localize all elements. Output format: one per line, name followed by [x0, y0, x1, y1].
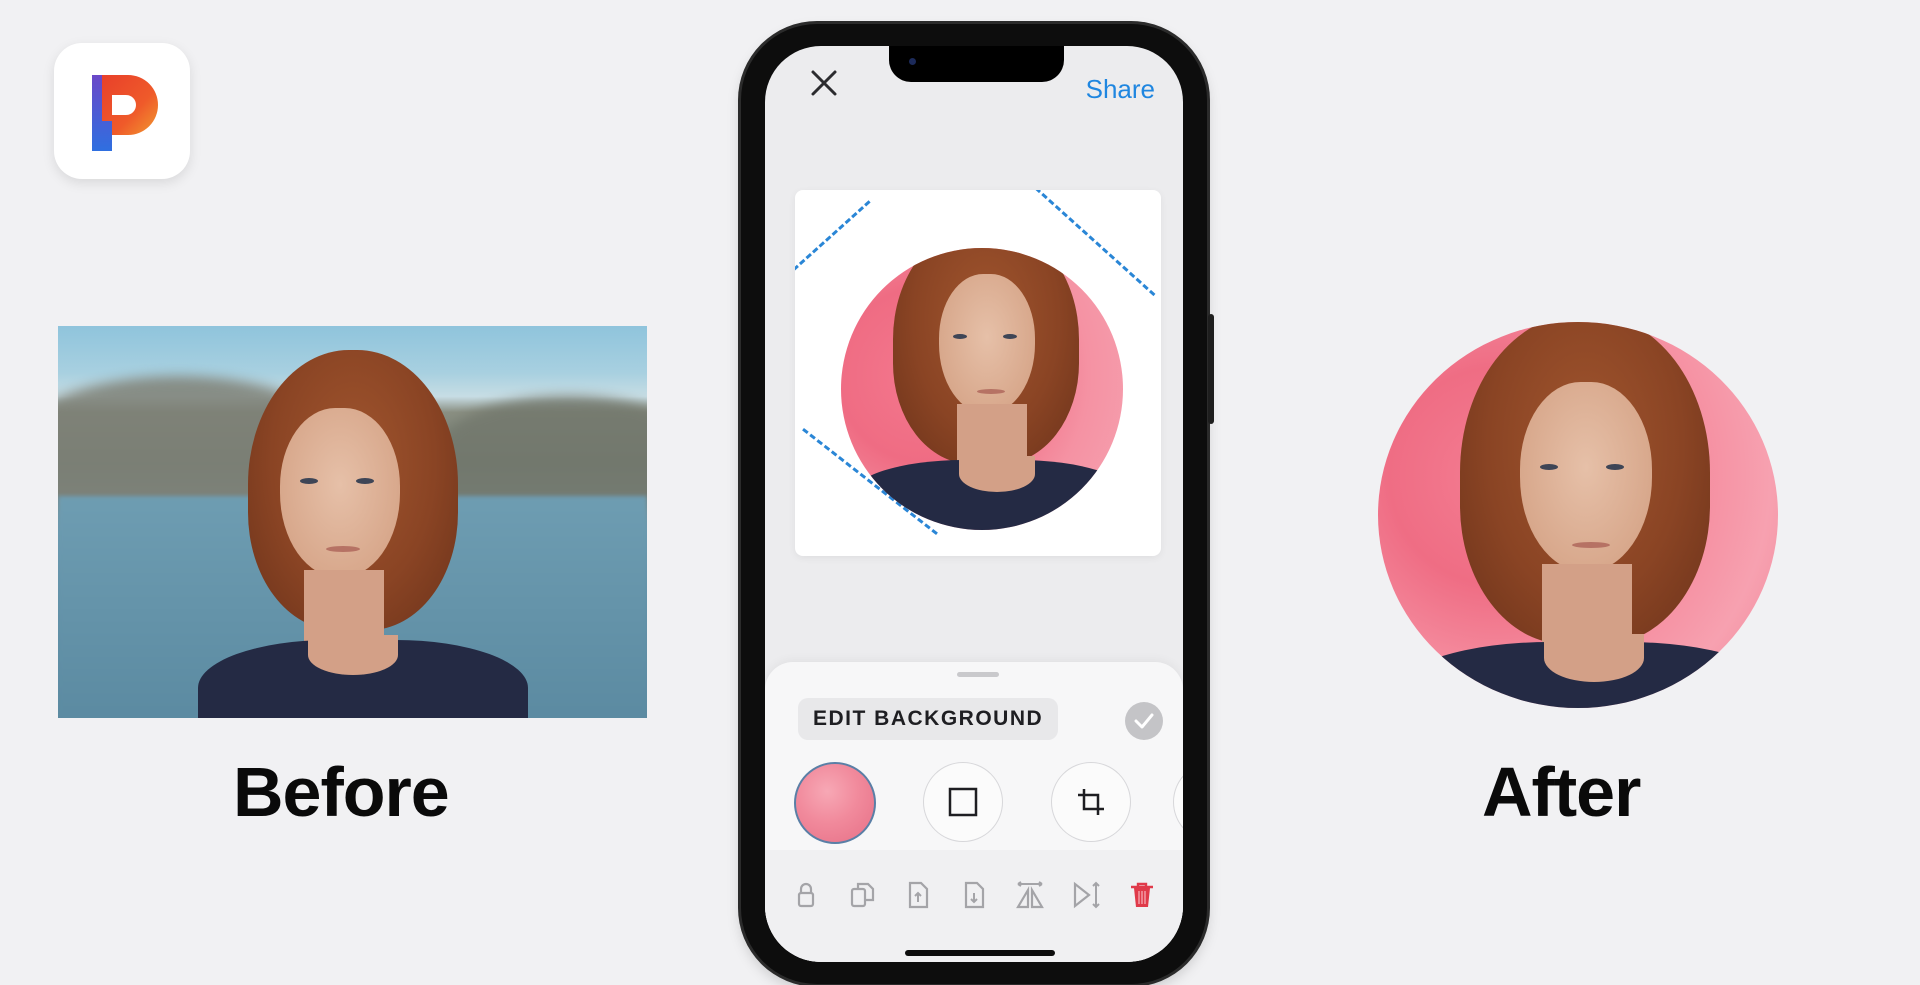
lock-icon	[797, 882, 815, 908]
close-icon	[811, 70, 837, 96]
duplicate-button[interactable]	[847, 880, 877, 910]
phone-notch	[889, 46, 1064, 82]
checkmark-icon	[1134, 713, 1154, 729]
edit-background-sheet: EDIT BACKGROUND Replace Bord	[765, 662, 1183, 962]
picsart-logo-icon	[92, 75, 158, 151]
flip-vertical-icon	[1073, 881, 1100, 909]
edited-image[interactable]	[841, 248, 1123, 530]
before-photo	[58, 326, 647, 718]
crop-icon	[1078, 789, 1104, 815]
delete-button[interactable]	[1127, 880, 1157, 910]
duplicate-icon	[850, 882, 875, 908]
share-button[interactable]: Share	[1086, 74, 1155, 105]
square-icon	[948, 787, 978, 817]
home-indicator[interactable]	[905, 950, 1055, 956]
bring-forward-icon	[908, 881, 929, 909]
send-backward-icon	[964, 881, 985, 909]
lock-button[interactable]	[791, 880, 821, 910]
flip-vertical-button[interactable]	[1071, 880, 1101, 910]
guide-line	[795, 200, 871, 283]
delete-icon	[1131, 882, 1153, 907]
send-backward-button[interactable]	[959, 880, 989, 910]
flip-horizontal-icon	[1016, 881, 1044, 909]
portrait-person	[1398, 322, 1778, 708]
after-photo	[1378, 322, 1778, 708]
bring-forward-button[interactable]	[903, 880, 933, 910]
flip-horizontal-button[interactable]	[1015, 880, 1045, 910]
sheet-grabber[interactable]	[957, 672, 999, 677]
sheet-title: EDIT BACKGROUND	[798, 698, 1059, 740]
tool-more[interactable]	[1163, 762, 1183, 842]
portrait-person	[198, 350, 528, 718]
phone-mockup: Share EDIT BACKGROUND	[741, 24, 1214, 984]
bottom-toolbar	[765, 850, 1183, 962]
done-button[interactable]	[1125, 702, 1163, 740]
after-label: After	[1482, 753, 1641, 831]
before-label: Before	[233, 753, 450, 831]
phone-screen: Share EDIT BACKGROUND	[765, 46, 1183, 962]
edit-canvas[interactable]	[795, 190, 1161, 556]
close-button[interactable]	[807, 66, 841, 100]
app-logo	[54, 43, 190, 179]
pink-swatch-icon	[794, 762, 876, 844]
portrait-person	[851, 248, 1123, 530]
phone-side-button	[1208, 314, 1214, 424]
